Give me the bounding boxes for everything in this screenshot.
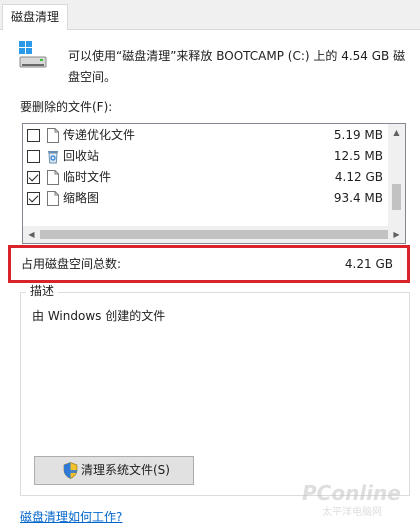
pconline-watermark-logo: PConline 太平洋电脑网 [302,481,401,518]
help-link[interactable]: 磁盘清理如何工作? [20,508,122,525]
list-item[interactable]: 临时文件 4.12 GB [23,167,391,188]
scroll-left-arrow-icon[interactable]: ◀ [23,226,40,243]
total-space-value: 4.21 GB [344,257,393,271]
file-icon [47,170,59,185]
description-legend: 描述 [26,284,59,298]
checkbox[interactable] [27,150,40,163]
checkbox[interactable] [27,192,40,205]
vertical-scroll-thumb[interactable] [392,184,401,210]
uac-shield-icon [63,462,78,479]
total-space-box: 占用磁盘空间总数: 4.21 GB [8,245,410,283]
file-size: 4.12 GB [334,170,383,184]
horizontal-scroll-thumb[interactable] [40,230,388,239]
total-space-label: 占用磁盘空间总数: [21,257,122,271]
cleanup-system-files-button[interactable]: 清理系统文件(S) [34,456,194,485]
list-item[interactable]: 传递优化文件 5.19 MB [23,125,391,146]
file-name: 缩略图 [63,191,100,205]
file-list[interactable]: 传递优化文件 5.19 MB 回收站 12.5 MB 临时文件 4.12 GB … [22,123,406,244]
file-name: 临时文件 [63,170,112,184]
svg-text:PConline: PConline [302,481,401,505]
recycle-bin-icon [48,151,58,164]
checkbox[interactable] [27,171,40,184]
file-size: 93.4 MB [333,191,383,205]
tab-strip: 磁盘清理 [0,0,420,30]
cleanup-system-files-label: 清理系统文件(S) [81,463,170,477]
scroll-right-arrow-icon[interactable]: ▶ [388,226,405,243]
vertical-scrollbar[interactable]: ▲ [388,124,405,227]
file-icon [47,128,59,143]
list-item[interactable]: 缩略图 93.4 MB [23,188,391,209]
header-message: 可以使用“磁盘清理”来释放 BOOTCAMP (C:) 上的 4.54 GB 磁… [68,49,406,84]
file-size: 12.5 MB [333,149,383,163]
drive-icon [19,41,47,68]
description-text: 由 Windows 创建的文件 [32,309,166,323]
file-name: 回收站 [63,149,100,163]
horizontal-scrollbar[interactable]: ◀ ▶ [23,226,405,243]
file-size: 5.19 MB [333,128,383,142]
file-icon [47,191,59,206]
tab-disk-cleanup[interactable]: 磁盘清理 [2,4,68,30]
file-name: 传递优化文件 [63,128,136,142]
scroll-up-arrow-icon[interactable]: ▲ [388,124,405,141]
list-item[interactable]: 回收站 12.5 MB [23,146,391,167]
checkbox[interactable] [27,129,40,142]
svg-text:太平洋电脑网: 太平洋电脑网 [322,505,382,518]
files-to-delete-label: 要删除的文件(F): [20,100,113,114]
